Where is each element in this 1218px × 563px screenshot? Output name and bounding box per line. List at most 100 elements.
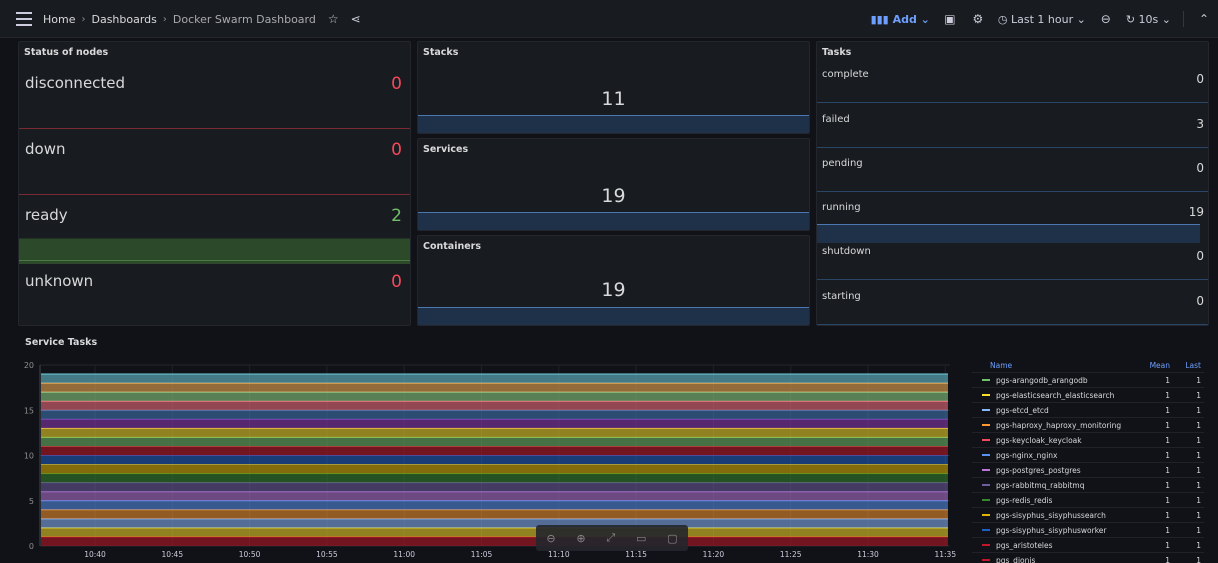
panel-title[interactable]: Status of nodes bbox=[24, 47, 108, 58]
area-series[interactable] bbox=[41, 374, 948, 384]
legend-item[interactable]: pgs-postgres_postgres 1 1 bbox=[972, 462, 1204, 477]
legend-item[interactable]: pgs-redis_redis 1 1 bbox=[972, 492, 1204, 507]
y-tick-label: 10 bbox=[24, 452, 34, 461]
legend-item[interactable]: pgs_aristoteles 1 1 bbox=[972, 537, 1204, 552]
legend-last: 1 bbox=[1196, 420, 1201, 430]
legend-item[interactable]: pgs-elasticsearch_elasticsearch 1 1 bbox=[972, 387, 1204, 402]
node-status-value: 2 bbox=[391, 206, 402, 226]
sparkline bbox=[418, 115, 809, 133]
area-series[interactable] bbox=[41, 419, 948, 429]
legend-item[interactable]: pgs-nginx_nginx 1 1 bbox=[972, 447, 1204, 462]
star-icon[interactable]: ☆ bbox=[328, 12, 339, 26]
legend-header: Name Mean Last bbox=[972, 358, 1204, 372]
area-series[interactable] bbox=[41, 383, 948, 393]
legend-header-last[interactable]: Last bbox=[1170, 361, 1204, 370]
legend-name: pgs_dionis bbox=[996, 555, 1036, 563]
zoom-out-icon[interactable]: ⊖ bbox=[1098, 12, 1114, 26]
x-tick-label: 10:40 bbox=[84, 550, 106, 559]
legend-item[interactable]: pgs-arangodb_arangodb 1 1 bbox=[972, 372, 1204, 387]
legend-name: pgs-nginx_nginx bbox=[996, 450, 1058, 460]
panel-title[interactable]: Services bbox=[423, 144, 468, 155]
legend-mean: 1 bbox=[1165, 390, 1170, 400]
sparkline bbox=[19, 260, 410, 261]
save-icon[interactable]: ▣ bbox=[942, 12, 958, 26]
area-series[interactable] bbox=[41, 446, 948, 456]
refresh-button[interactable]: ↻ 10s ⌄ bbox=[1126, 13, 1171, 26]
legend-swatch bbox=[982, 499, 990, 501]
x-tick-label: 11:15 bbox=[625, 550, 647, 559]
zoom-in-icon[interactable]: ⊕ bbox=[576, 532, 585, 545]
share-icon[interactable]: ⋖ bbox=[351, 12, 361, 26]
y-tick-label: 15 bbox=[24, 406, 34, 415]
legend-item[interactable]: pgs_dionis 1 1 bbox=[972, 552, 1204, 563]
area-series[interactable] bbox=[41, 401, 948, 411]
legend-name-cell: pgs-postgres_postgres bbox=[972, 466, 1134, 475]
legend-swatch bbox=[982, 529, 990, 531]
area-series[interactable] bbox=[41, 410, 948, 420]
legend-item[interactable]: pgs-sisyphus_sisyphussearch 1 1 bbox=[972, 507, 1204, 522]
legend-item[interactable]: pgs-etcd_etcd 1 1 bbox=[972, 402, 1204, 417]
expand-icon[interactable]: ⤢ bbox=[606, 531, 615, 545]
area-series[interactable] bbox=[41, 455, 948, 465]
clock-icon: ◷ bbox=[997, 12, 1011, 26]
service-tasks-chart[interactable]: 0 5 10 15 20 10:40 10:45 10:50 10:55 11:00 11:05 11… bbox=[18, 350, 978, 563]
area-series[interactable] bbox=[41, 482, 948, 492]
stacks-value: 11 bbox=[601, 88, 626, 110]
comment-icon[interactable]: ▢ bbox=[667, 532, 677, 545]
area-series[interactable] bbox=[41, 464, 948, 474]
legend-name-cell: pgs-keycloak_keycloak bbox=[972, 436, 1134, 445]
legend-header-name[interactable]: Name bbox=[972, 361, 1134, 370]
x-tick-label: 11:30 bbox=[857, 550, 879, 559]
zoom-out-icon[interactable]: ⊖ bbox=[546, 532, 555, 545]
legend-item[interactable]: pgs-haproxy_haproxy_monitoring 1 1 bbox=[972, 417, 1204, 432]
legend-mean: 1 bbox=[1165, 555, 1170, 563]
legend-item[interactable]: pgs-keycloak_keycloak 1 1 bbox=[972, 432, 1204, 447]
legend-last: 1 bbox=[1196, 405, 1201, 415]
area-series[interactable] bbox=[41, 500, 948, 510]
top-navbar: Home › Dashboards › Docker Swarm Dashboa… bbox=[0, 0, 1218, 38]
add-button[interactable]: ▮▮▮ Add ⌄ bbox=[871, 13, 930, 26]
area-series[interactable] bbox=[41, 536, 948, 546]
panel-title[interactable]: Containers bbox=[423, 241, 481, 252]
menu-icon[interactable] bbox=[16, 12, 32, 26]
services-panel: Services 19 bbox=[417, 138, 810, 231]
legend-swatch bbox=[982, 394, 990, 396]
service-tasks-title[interactable]: Service Tasks bbox=[25, 337, 97, 348]
area-series[interactable] bbox=[41, 473, 948, 483]
legend-item[interactable]: pgs-sisyphus_sisyphusworker 1 1 bbox=[972, 522, 1204, 537]
legend-header-mean[interactable]: Mean bbox=[1134, 361, 1170, 370]
area-series[interactable] bbox=[41, 491, 948, 501]
node-status-label: disconnected bbox=[25, 74, 126, 92]
area-series[interactable] bbox=[41, 392, 948, 402]
tooltip-icon[interactable]: ▭ bbox=[636, 532, 646, 545]
breadcrumb: Home › Dashboards › Docker Swarm Dashboa… bbox=[43, 12, 361, 26]
panel-title[interactable]: Stacks bbox=[423, 47, 458, 58]
legend-last: 1 bbox=[1196, 480, 1201, 490]
chevron-up-icon[interactable]: ⌃ bbox=[1196, 12, 1212, 26]
time-picker-button[interactable]: ◷ Last 1 hour ⌄ bbox=[998, 13, 1086, 26]
legend-name: pgs-sisyphus_sisyphussearch bbox=[996, 510, 1106, 520]
breadcrumb-home[interactable]: Home bbox=[43, 13, 75, 26]
breadcrumb-dashboards[interactable]: Dashboards bbox=[91, 13, 156, 26]
node-status-row: down 0 bbox=[19, 136, 410, 198]
area-series[interactable] bbox=[41, 509, 948, 519]
legend-last: 1 bbox=[1196, 465, 1201, 475]
area-series[interactable] bbox=[41, 518, 948, 528]
legend-item[interactable]: pgs-rabbitmq_rabbitmq 1 1 bbox=[972, 477, 1204, 492]
legend-mean: 1 bbox=[1165, 435, 1170, 445]
task-status-row: pending 0 bbox=[817, 157, 1208, 201]
node-status-row: unknown 0 bbox=[19, 268, 410, 325]
area-series[interactable] bbox=[41, 437, 948, 447]
x-tick-label: 11:05 bbox=[471, 550, 493, 559]
area-series[interactable] bbox=[41, 428, 948, 438]
stacks-panel: Stacks 11 bbox=[417, 41, 810, 134]
x-tick-label: 11:35 bbox=[934, 550, 956, 559]
breadcrumb-current: Docker Swarm Dashboard bbox=[172, 12, 316, 26]
toolbar-divider bbox=[1183, 11, 1184, 27]
legend-swatch bbox=[982, 409, 990, 411]
area-series[interactable] bbox=[41, 527, 948, 537]
x-tick-label: 10:55 bbox=[316, 550, 338, 559]
legend-name: pgs-elasticsearch_elasticsearch bbox=[996, 390, 1115, 400]
panel-title[interactable]: Tasks bbox=[822, 47, 851, 58]
gear-icon[interactable]: ⚙ bbox=[970, 12, 986, 26]
